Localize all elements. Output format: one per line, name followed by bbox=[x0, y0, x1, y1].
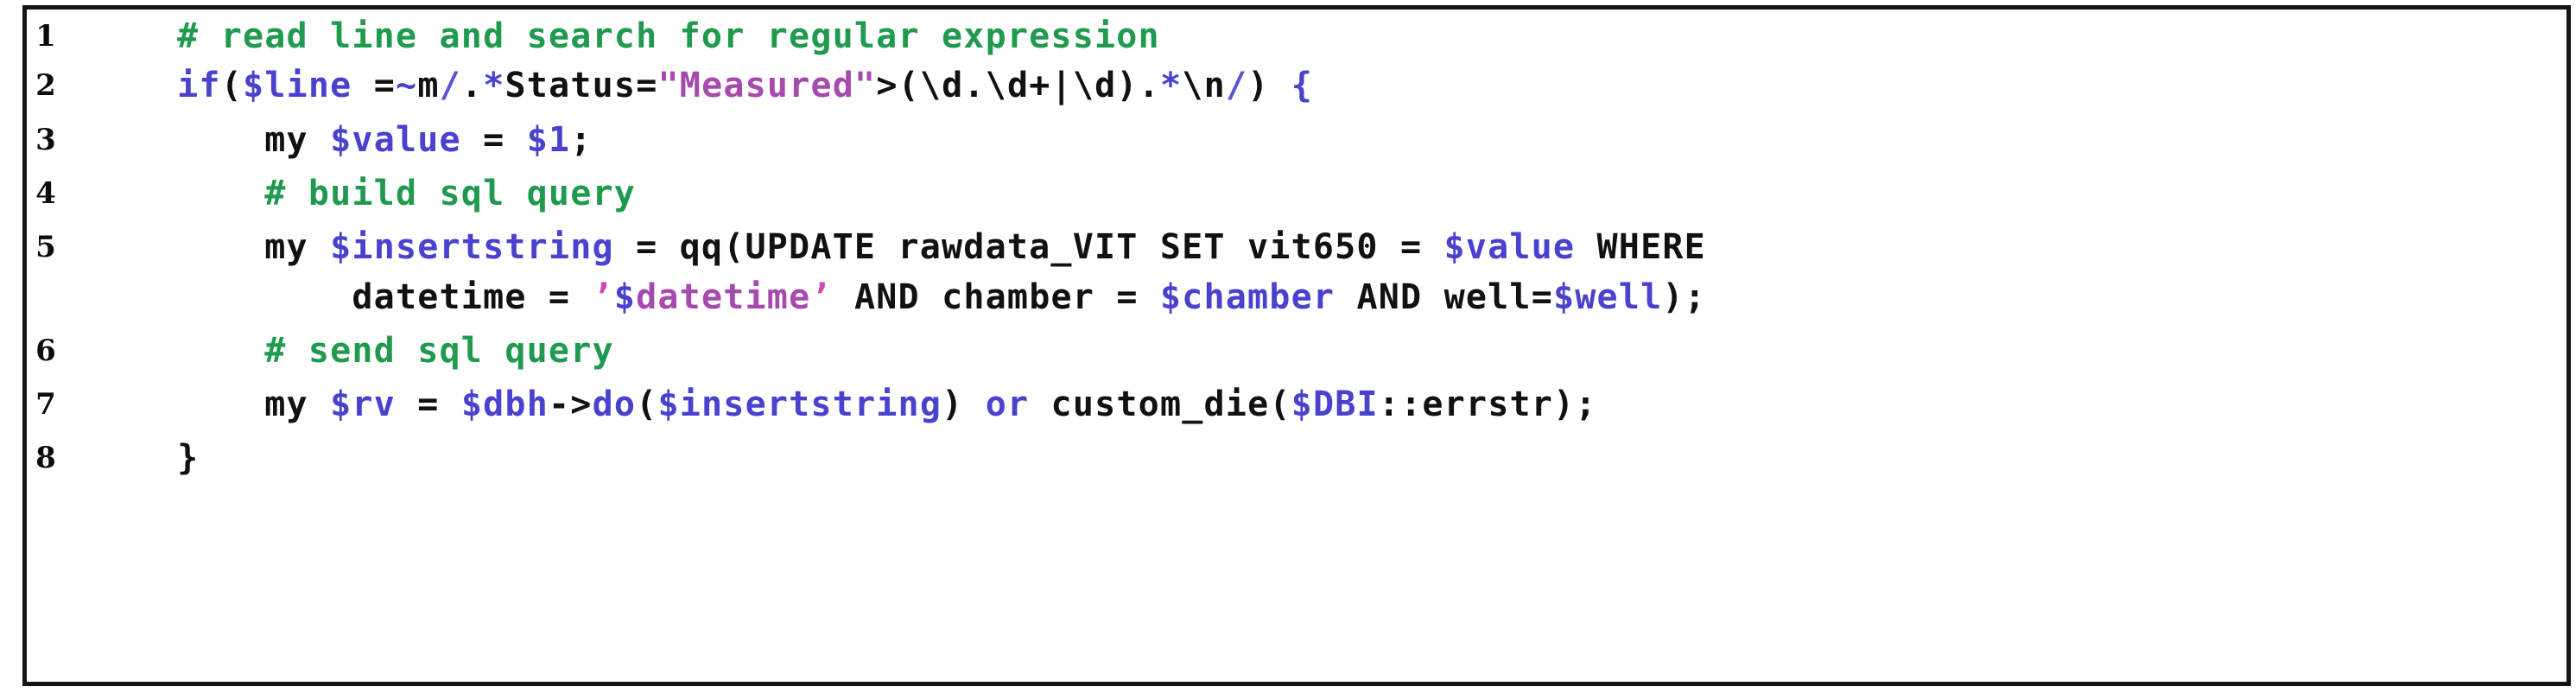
token-variable: $value bbox=[330, 120, 461, 160]
line-source: # build sql query bbox=[90, 173, 636, 214]
token-plain: AND well= bbox=[1335, 277, 1553, 317]
token-variable: $value bbox=[1443, 227, 1576, 267]
token-plain: my bbox=[264, 385, 331, 424]
code-line: 8 } bbox=[35, 437, 2540, 479]
token-variable: $well bbox=[1552, 277, 1663, 317]
token-variable: $chamber bbox=[1159, 277, 1336, 317]
token-plain: m bbox=[417, 66, 440, 105]
token-plain: custom_die( bbox=[1029, 385, 1291, 424]
code-line: 5 my $insertstring = qq(UPDATE rawdata_V… bbox=[35, 226, 2540, 268]
line-source: } bbox=[90, 437, 199, 479]
code-line: 6 # send sql query bbox=[35, 330, 2540, 372]
token-plain: AND chamber = bbox=[832, 277, 1160, 317]
token-plain: ) bbox=[942, 385, 986, 424]
line-number: 2 bbox=[35, 68, 57, 103]
line-number: 4 bbox=[35, 176, 57, 211]
token-plain: WHERE bbox=[1575, 227, 1706, 267]
code-line: 1 # read line and search for regular exp… bbox=[35, 16, 2540, 57]
token-plain: -> bbox=[548, 385, 593, 424]
token-keyword: ~ bbox=[396, 66, 418, 105]
token-plain: . bbox=[460, 66, 484, 105]
token-comment: # read line and search for regular expre… bbox=[177, 16, 1160, 56]
token-plain: ( bbox=[220, 66, 244, 105]
code-line: 4 # build sql query bbox=[35, 173, 2540, 214]
code-line: 2 if($line =~m/.*Status="Measured">(\d.\… bbox=[35, 65, 2540, 106]
token-keyword: * bbox=[483, 66, 505, 105]
line-source: # read line and search for regular expre… bbox=[90, 16, 1160, 57]
code-line: 3 my $value = $1; bbox=[35, 119, 2540, 161]
code-line: 7 my $rv = $dbh->do($insertstring) or cu… bbox=[35, 384, 2540, 425]
line-source: # send sql query bbox=[90, 330, 614, 372]
token-plain: = bbox=[460, 120, 527, 160]
token-plain: ( bbox=[636, 385, 658, 424]
line-number: 6 bbox=[35, 334, 57, 368]
line-source: datetime = ’$datetime’ AND chamber = $ch… bbox=[90, 277, 1706, 318]
token-plain: = bbox=[352, 66, 397, 105]
code-listing-figure: 1 # read line and search for regular exp… bbox=[0, 0, 2576, 693]
token-plain: Status= bbox=[504, 66, 658, 105]
line-number: 5 bbox=[35, 230, 57, 264]
token-plain: ); bbox=[1662, 277, 1706, 317]
token-quote: ’ bbox=[810, 277, 833, 317]
token-plain: = qq(UPDATE rawdata_VIT SET vit650 = bbox=[613, 227, 1444, 267]
token-keyword: * bbox=[1160, 66, 1183, 105]
token-plain: } bbox=[177, 438, 200, 478]
token-comment: # send sql query bbox=[264, 331, 614, 371]
token-variable: $insertstring bbox=[657, 385, 942, 424]
token-plain: = bbox=[395, 385, 461, 424]
code-line: datetime = ’$datetime’ AND chamber = $ch… bbox=[35, 277, 2540, 318]
token-variable: $insertstring bbox=[330, 227, 614, 267]
token-keyword: { bbox=[1291, 66, 1314, 105]
token-regexdelim: / bbox=[439, 66, 461, 105]
token-plain: ; bbox=[570, 120, 593, 160]
code-block: 1 # read line and search for regular exp… bbox=[0, 0, 2576, 693]
line-number: 8 bbox=[35, 441, 57, 475]
token-plain: my bbox=[264, 120, 331, 160]
token-variable: $dbh bbox=[460, 385, 549, 424]
token-variable: $ bbox=[613, 277, 637, 317]
token-regexdelim: / bbox=[1225, 66, 1248, 105]
token-plain: ) bbox=[1247, 66, 1291, 105]
line-source: my $insertstring = qq(UPDATE rawdata_VIT… bbox=[90, 226, 1706, 268]
line-number: 7 bbox=[35, 387, 57, 422]
line-number: 1 bbox=[35, 19, 57, 54]
token-variable: $1 bbox=[526, 120, 571, 160]
token-comment: # build sql query bbox=[264, 174, 637, 213]
token-plain: ::errstr); bbox=[1378, 385, 1597, 424]
line-number: 3 bbox=[35, 123, 57, 157]
token-plain: my bbox=[264, 227, 331, 267]
token-variable: line bbox=[264, 66, 352, 105]
token-plain: \n bbox=[1182, 66, 1226, 105]
token-keyword: or bbox=[985, 385, 1030, 424]
token-plain: datetime = bbox=[352, 277, 593, 317]
token-plain: >(\d.\d+|\d). bbox=[876, 66, 1160, 105]
line-source: my $rv = $dbh->do($insertstring) or cust… bbox=[90, 384, 1597, 425]
line-source: if($line =~m/.*Status="Measured">(\d.\d+… bbox=[90, 65, 1313, 106]
token-keyword: do bbox=[592, 385, 637, 424]
token-variable: $rv bbox=[330, 385, 396, 424]
token-variable: $DBI bbox=[1291, 385, 1379, 424]
token-quote: ’ bbox=[592, 277, 614, 317]
line-source: my $value = $1; bbox=[90, 119, 593, 161]
token-string: datetime bbox=[636, 277, 811, 317]
token-string: "Measured" bbox=[657, 66, 877, 105]
token-variable: $ bbox=[243, 66, 265, 105]
token-keyword: if bbox=[177, 66, 221, 105]
